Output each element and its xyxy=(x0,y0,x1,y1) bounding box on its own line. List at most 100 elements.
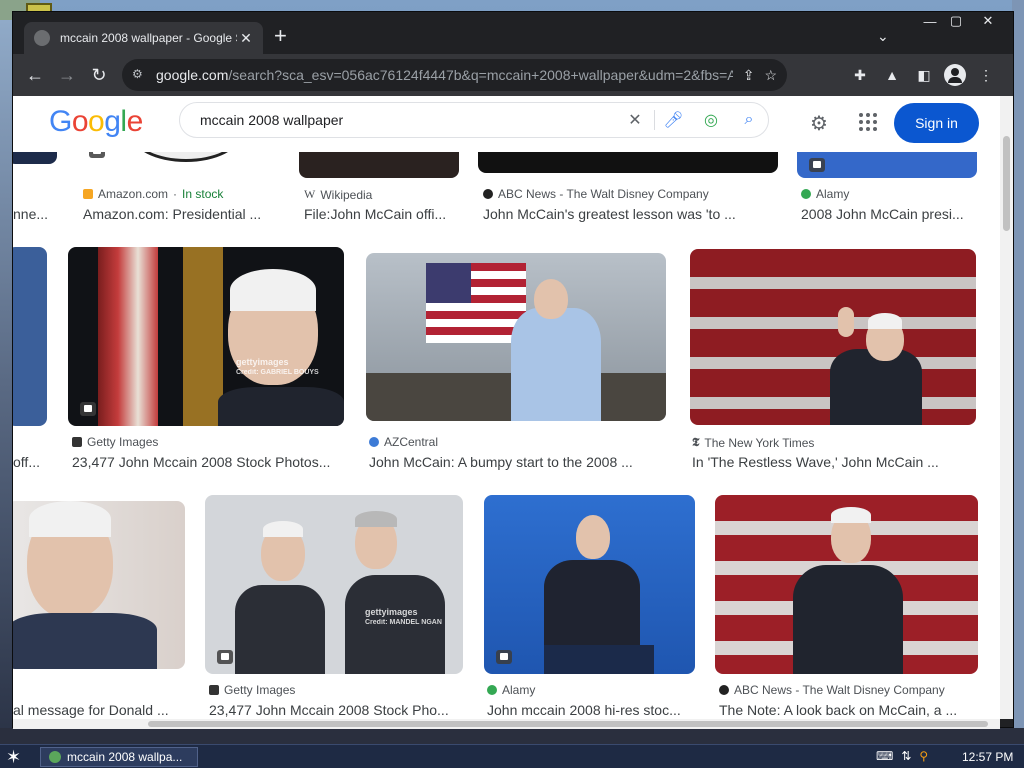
apps-icon[interactable] xyxy=(859,113,877,131)
photo-credit: Credit: GABRIEL BOUYS xyxy=(236,369,319,376)
result-caption[interactable]: John mccain 2008 hi-res stoc... xyxy=(487,702,697,718)
result-caption[interactable]: The Note: A look back on McCain, a ... xyxy=(719,702,974,718)
google-header: Google mccain 2008 wallpaper ✕ 🎤︎ ◎ ⌕ ⚙ … xyxy=(13,96,1000,152)
google-logo[interactable]: Google xyxy=(49,105,143,139)
result-image[interactable] xyxy=(366,253,666,421)
result-caption[interactable]: Amazon.com: Presidential ... xyxy=(83,206,283,222)
search-tray-icon[interactable]: ⚲ xyxy=(919,749,928,763)
lens-icon[interactable]: ◎ xyxy=(692,110,730,130)
horizontal-scroll-thumb[interactable] xyxy=(148,721,988,727)
abc-favicon-icon xyxy=(483,189,493,199)
result-caption[interactable]: 23,477 John Mccain 2008 Stock Photos... xyxy=(72,454,352,470)
start-icon[interactable]: ✶ xyxy=(6,747,21,768)
labs-icon[interactable]: ▲ xyxy=(880,64,904,86)
alamy-favicon-icon xyxy=(487,685,497,695)
vertical-scroll-thumb[interactable] xyxy=(1003,136,1010,231)
result-caption[interactable]: 2008 John McCain presi... xyxy=(801,206,976,222)
search-input[interactable]: mccain 2008 wallpaper xyxy=(200,112,616,128)
result-caption[interactable]: nne... xyxy=(13,206,53,222)
gear-icon[interactable]: ⚙ xyxy=(810,111,828,136)
url-domain: google.com xyxy=(156,67,229,83)
result-source[interactable]: ABC News - The Walt Disney Company xyxy=(719,683,945,697)
search-icon[interactable]: ⌕ xyxy=(730,111,768,129)
keyboard-icon[interactable]: ⌨ xyxy=(876,749,893,763)
result-caption[interactable]: off... xyxy=(13,454,43,470)
suit-shape xyxy=(13,613,157,669)
result-source[interactable]: AZCentral xyxy=(369,435,438,449)
share-icon[interactable]: ⇪ xyxy=(743,67,755,84)
stock-status: In stock xyxy=(182,187,224,201)
result-image[interactable] xyxy=(690,249,976,425)
source-name: Amazon.com xyxy=(98,187,169,201)
tab-title: mccain 2008 wallpaper - Google Se xyxy=(60,31,237,45)
tab-search-chevron-icon[interactable]: ⌄ xyxy=(877,28,889,45)
maximize-icon[interactable]: ▢ xyxy=(942,12,970,30)
minimize-icon[interactable]: — xyxy=(916,12,944,30)
horizontal-scrollbar[interactable] xyxy=(13,719,1000,729)
result-image[interactable] xyxy=(13,501,185,669)
result-caption[interactable]: 23,477 John Mccain 2008 Stock Pho... xyxy=(209,702,464,718)
result-source[interactable]: Alamy xyxy=(801,187,849,201)
toolbar-actions: ✚ ▲ ◧ ⋮ xyxy=(848,64,998,86)
extensions-icon[interactable]: ✚ xyxy=(848,64,872,86)
source-name: Wikipedia xyxy=(320,187,373,202)
sidepanel-icon[interactable]: ◧ xyxy=(912,64,936,86)
sign-in-button[interactable]: Sign in xyxy=(894,103,979,143)
result-caption[interactable]: In 'The Restless Wave,' John McCain ... xyxy=(692,454,962,470)
reload-icon[interactable]: ↻ xyxy=(83,59,115,91)
forward-icon[interactable]: → xyxy=(51,59,83,91)
result-image[interactable] xyxy=(715,495,978,674)
clear-icon[interactable]: ✕ xyxy=(616,110,654,130)
result-source[interactable]: W Wikipedia xyxy=(304,187,372,202)
getty-favicon-icon xyxy=(209,685,219,695)
result-source[interactable]: ABC News - The Walt Disney Company xyxy=(483,187,709,201)
network-icon[interactable]: ⇅ xyxy=(901,749,911,763)
result-source[interactable]: Alamy xyxy=(487,683,535,697)
source-name: ABC News - The Walt Disney Company xyxy=(734,683,945,697)
search-box[interactable]: mccain 2008 wallpaper ✕ 🎤︎ ◎ ⌕ xyxy=(179,102,769,138)
suit-shape xyxy=(235,585,325,674)
clock[interactable]: 12:57 PM xyxy=(962,750,1013,764)
new-tab-icon[interactable]: + xyxy=(274,25,287,47)
result-caption[interactable]: al message for Donald ... xyxy=(13,702,183,718)
result-source[interactable]: Getty Images xyxy=(72,435,158,449)
result-source[interactable]: Amazon.com · In stock xyxy=(83,187,223,201)
result-image[interactable]: gettyimages Credit: MANDEL NGAN xyxy=(205,495,463,674)
result-image[interactable]: gettyimages Credit: GABRIEL BOUYS xyxy=(68,247,344,426)
suit-shape xyxy=(793,565,903,674)
profile-icon[interactable] xyxy=(944,64,966,86)
image-badge-icon xyxy=(496,650,512,664)
podium-shape xyxy=(544,645,654,674)
menu-icon[interactable]: ⋮ xyxy=(974,64,998,86)
vertical-scrollbar[interactable] xyxy=(1000,96,1013,719)
image-badge-icon xyxy=(217,650,233,664)
azcentral-favicon-icon xyxy=(369,437,379,447)
mic-icon[interactable]: 🎤︎ xyxy=(654,110,692,130)
window-close-icon[interactable]: ✕ xyxy=(974,12,1002,30)
star-icon[interactable]: ☆ xyxy=(764,67,777,84)
result-caption[interactable]: File:John McCain offi... xyxy=(304,206,464,222)
flag-canton xyxy=(426,263,471,303)
face-shape xyxy=(534,279,568,319)
getty-watermark: gettyimages xyxy=(236,357,289,367)
address-bar[interactable]: ⚙ google.com/search?sca_esv=056ac76124f4… xyxy=(122,59,787,91)
site-info-icon[interactable]: ⚙ xyxy=(132,67,148,83)
taskbar-window-button[interactable]: mccain 2008 wallpa... xyxy=(40,747,198,767)
result-caption[interactable]: John McCain's greatest lesson was 'to ..… xyxy=(483,206,753,222)
active-tab[interactable]: mccain 2008 wallpaper - Google Se ✕ xyxy=(24,22,263,54)
source-name: Getty Images xyxy=(87,435,159,449)
result-image[interactable] xyxy=(484,495,695,674)
source-name: AZCentral xyxy=(384,435,439,449)
result-caption[interactable]: John McCain: A bumpy start to the 2008 .… xyxy=(369,454,654,470)
result-source[interactable]: 𝕿 The New York Times xyxy=(692,435,814,450)
source-name: Alamy xyxy=(816,187,850,201)
getty-favicon-icon xyxy=(72,437,82,447)
result-image[interactable] xyxy=(13,247,47,426)
browser-window: mccain 2008 wallpaper - Google Se ✕ + ⌄ … xyxy=(12,11,1014,729)
result-source[interactable]: Getty Images xyxy=(209,683,295,697)
suit-shape xyxy=(218,387,344,426)
back-icon[interactable]: ← xyxy=(19,59,51,91)
desktop-bottom-strip xyxy=(0,728,1024,744)
amazon-favicon-icon xyxy=(83,189,93,199)
tab-close-icon[interactable]: ✕ xyxy=(237,30,255,47)
